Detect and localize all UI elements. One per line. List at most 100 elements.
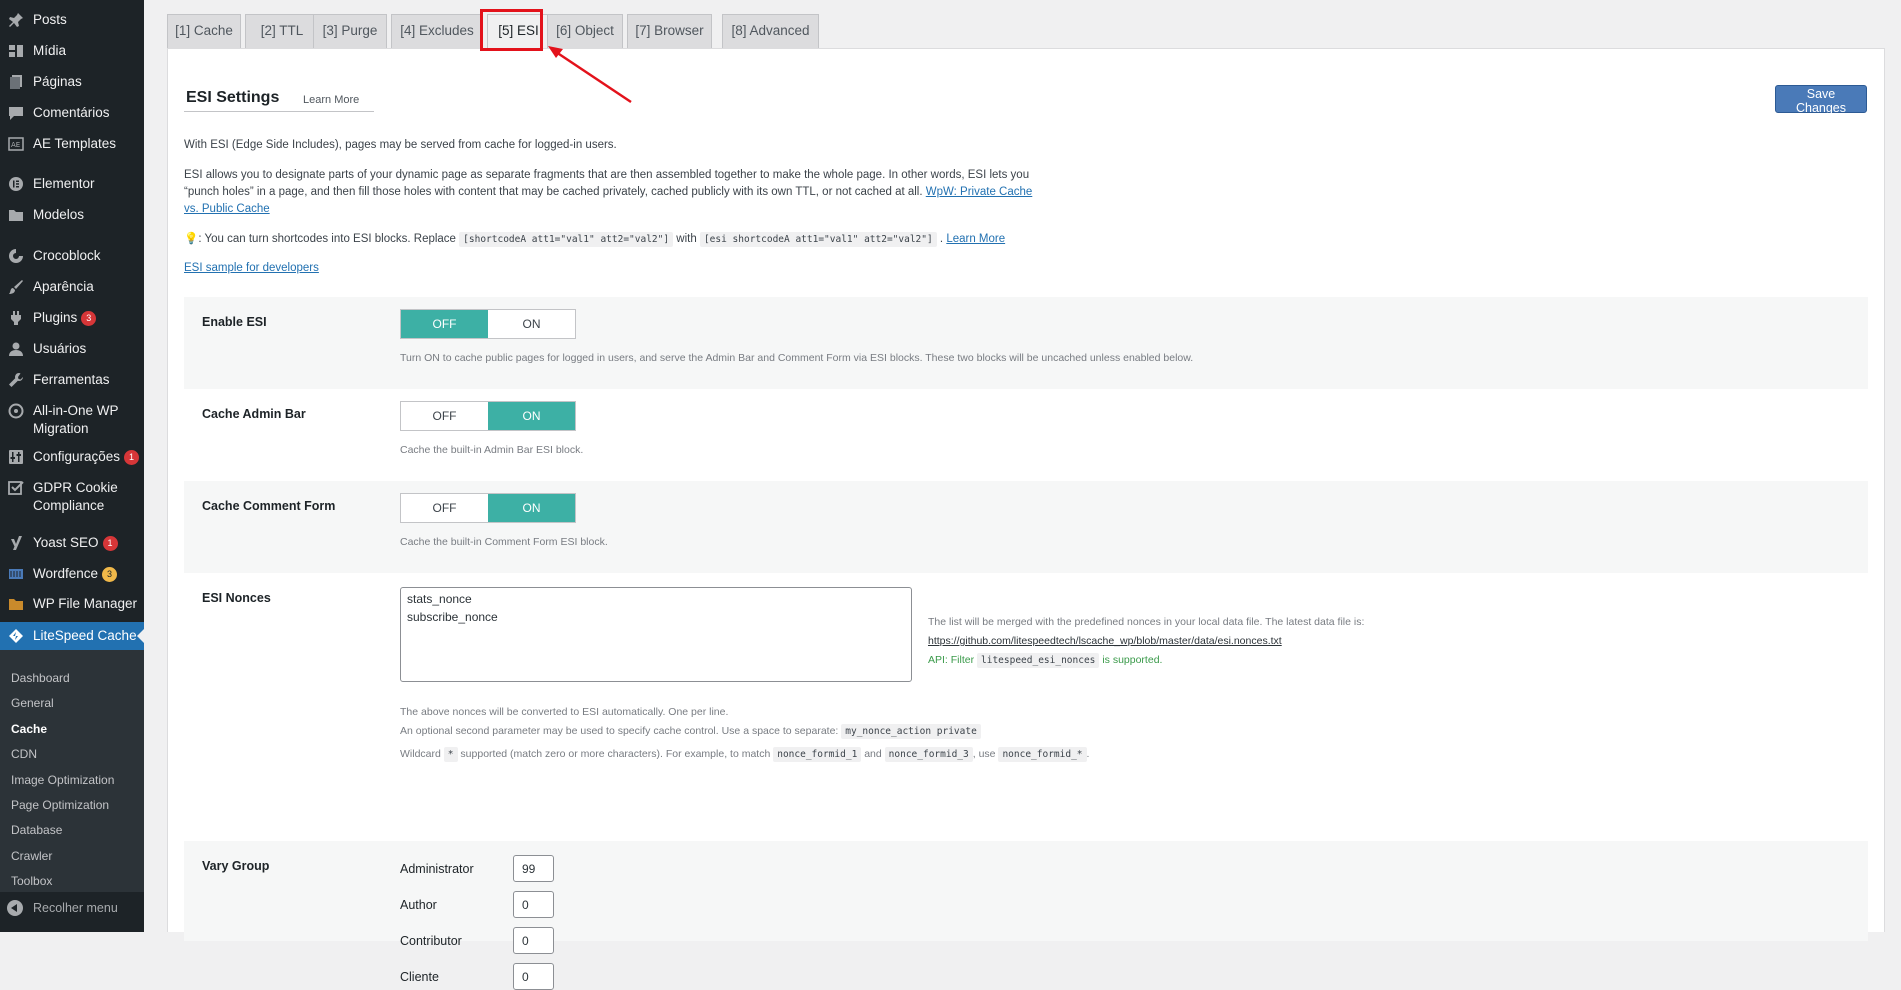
nonces-description-2: An optional second parameter may be used… <box>400 724 981 739</box>
vary-group-cliente-input[interactable] <box>513 963 554 990</box>
tab-excludes[interactable]: [4] Excludes <box>391 14 483 48</box>
tab-purge[interactable]: [3] Purge <box>313 14 387 48</box>
file-manager-icon <box>7 595 25 613</box>
menu-item-usuarios[interactable]: Usuários <box>0 340 144 358</box>
admin-sidebar: Posts Mídia Páginas Comentários AE AE Te… <box>0 0 144 932</box>
menu-item-aparencia[interactable]: Aparência <box>0 278 144 296</box>
checkbox-icon <box>7 479 25 497</box>
collapse-menu-button[interactable]: Recolher menu <box>7 900 118 916</box>
nonces-data-file-note: The list will be merged with the predefi… <box>928 616 1365 628</box>
litespeed-icon <box>7 627 25 645</box>
nonce-cache-control-code: my_nonce_action private <box>841 724 981 739</box>
menu-item-yoast-seo[interactable]: Yoast SEO 1 <box>0 534 144 552</box>
menu-item-all-in-one-wp-migration[interactable]: All-in-One WP Migration <box>0 402 144 438</box>
nonce-formid-wildcard-code: nonce_formid_* <box>998 747 1087 762</box>
enable-esi-toggle[interactable]: OFF ON <box>400 309 576 339</box>
submenu-cache[interactable]: Cache <box>11 721 47 737</box>
media-icon <box>7 42 25 60</box>
nonces-api-note: API: Filter litespeed_esi_nonces is supp… <box>928 653 1163 668</box>
vary-group-contributor-input[interactable] <box>513 927 554 954</box>
menu-item-ae-templates[interactable]: AE AE Templates <box>0 135 144 153</box>
menu-item-gdpr-cookie-compliance[interactable]: GDPR Cookie Compliance <box>0 479 144 515</box>
cache-admin-bar-toggle[interactable]: OFF ON <box>400 401 576 431</box>
tab-cache[interactable]: [1] Cache <box>167 14 241 48</box>
menu-item-posts[interactable]: Posts <box>0 11 144 29</box>
menu-item-midia[interactable]: Mídia <box>0 42 144 60</box>
yoast-icon <box>7 534 25 552</box>
menu-item-comentarios[interactable]: Comentários <box>0 104 144 122</box>
menu-item-plugins[interactable]: Plugins 3 <box>0 309 144 327</box>
menu-item-ferramentas[interactable]: Ferramentas <box>0 371 144 389</box>
tab-ttl[interactable]: [2] TTL <box>245 14 319 48</box>
enable-esi-on[interactable]: ON <box>488 310 575 338</box>
submenu-cdn[interactable]: CDN <box>11 746 37 762</box>
pin-icon <box>7 11 25 29</box>
plugins-update-badge: 3 <box>81 311 97 326</box>
tip-learn-more-link[interactable]: Learn More <box>946 233 1005 245</box>
enable-esi-off[interactable]: OFF <box>401 310 488 338</box>
crocoblock-icon <box>7 247 25 265</box>
brush-icon <box>7 278 25 296</box>
esi-nonces-textarea[interactable]: stats_nonce subscribe_nonce <box>400 587 912 682</box>
menu-item-modelos[interactable]: Modelos <box>0 206 144 224</box>
submenu-crawler[interactable]: Crawler <box>11 848 52 864</box>
submenu-toolbox[interactable]: Toolbox <box>11 873 52 889</box>
private-cache-link[interactable]: WpW: Private Cache <box>926 186 1033 198</box>
shortcode-tip: 💡: You can turn shortcodes into ESI bloc… <box>184 232 1006 247</box>
vary-group-cliente: Cliente <box>400 963 554 990</box>
wordfence-badge: 3 <box>102 567 118 582</box>
litespeed-submenu: Dashboard General Cache CDN Image Optimi… <box>0 650 144 892</box>
cache-admin-bar-on[interactable]: ON <box>488 402 575 430</box>
public-cache-link[interactable]: vs. Public Cache <box>184 203 270 215</box>
menu-item-wp-file-manager[interactable]: WP File Manager <box>0 595 144 613</box>
tab-browser[interactable]: [7] Browser <box>627 14 712 48</box>
learn-more-link[interactable]: Learn More <box>303 94 359 106</box>
cache-admin-bar-description: Cache the built-in Admin Bar ESI block. <box>400 444 584 456</box>
wildcard-code: * <box>443 747 458 762</box>
tab-object[interactable]: [6] Object <box>547 14 623 48</box>
title-underline <box>184 111 374 112</box>
wrench-icon <box>7 371 25 389</box>
vary-group-administrator-input[interactable] <box>513 855 554 882</box>
cache-comment-form-off[interactable]: OFF <box>401 494 488 522</box>
submenu-image-optimization[interactable]: Image Optimization <box>11 772 114 788</box>
submenu-database[interactable]: Database <box>11 822 62 838</box>
submenu-page-optimization[interactable]: Page Optimization <box>11 797 109 813</box>
migration-icon <box>7 402 25 420</box>
cache-admin-bar-off[interactable]: OFF <box>401 402 488 430</box>
enable-esi-label: Enable ESI <box>202 315 267 329</box>
menu-item-elementor[interactable]: Elementor <box>0 175 144 193</box>
submenu-general[interactable]: General <box>11 695 54 711</box>
cache-admin-bar-row: Cache Admin Bar OFF ON Cache the built-i… <box>184 389 1868 481</box>
cache-admin-bar-label: Cache Admin Bar <box>202 407 306 421</box>
menu-item-paginas[interactable]: Páginas <box>0 73 144 91</box>
submenu-dashboard[interactable]: Dashboard <box>11 670 70 686</box>
collapse-arrow-icon <box>7 900 23 916</box>
nonces-data-file-link[interactable]: https://github.com/litespeedtech/lscache… <box>928 635 1282 647</box>
enable-esi-description: Turn ON to cache public pages for logged… <box>400 352 1194 364</box>
cache-comment-form-on[interactable]: ON <box>488 494 575 522</box>
menu-item-litespeed-cache[interactable]: LiteSpeed Cache <box>0 622 144 650</box>
page-title: ESI Settings <box>186 89 280 106</box>
esi-sample-link[interactable]: ESI sample for developers <box>184 262 319 274</box>
save-changes-button[interactable]: Save Changes <box>1775 85 1867 115</box>
yoast-badge: 1 <box>102 536 118 551</box>
settings-badge: 1 <box>124 450 140 465</box>
vary-group-label: Vary Group <box>202 859 270 873</box>
tab-esi[interactable]: [5] ESI <box>487 14 550 48</box>
menu-item-wordfence[interactable]: Wordfence 3 <box>0 565 144 583</box>
cache-comment-form-toggle[interactable]: OFF ON <box>400 493 576 523</box>
intro-paragraph-1: With ESI (Edge Side Includes), pages may… <box>184 139 617 151</box>
settings-icon <box>7 448 25 466</box>
nonces-description-1: The above nonces will be converted to ES… <box>400 706 729 718</box>
menu-item-configuracoes[interactable]: Configurações 1 <box>0 448 144 466</box>
vary-group-author: Author <box>400 891 554 918</box>
vary-group-author-input[interactable] <box>513 891 554 918</box>
enable-esi-row: Enable ESI OFF ON Turn ON to cache publi… <box>184 297 1868 389</box>
plugin-icon <box>7 309 25 327</box>
menu-item-crocoblock[interactable]: Crocoblock <box>0 247 144 265</box>
cache-comment-form-label: Cache Comment Form <box>202 499 336 513</box>
esi-nonces-row: ESI Nonces stats_nonce subscribe_nonce T… <box>184 573 1868 841</box>
nonces-description-3: Wildcard * supported (match zero or more… <box>400 747 1090 762</box>
tab-advanced[interactable]: [8] Advanced <box>722 14 819 48</box>
